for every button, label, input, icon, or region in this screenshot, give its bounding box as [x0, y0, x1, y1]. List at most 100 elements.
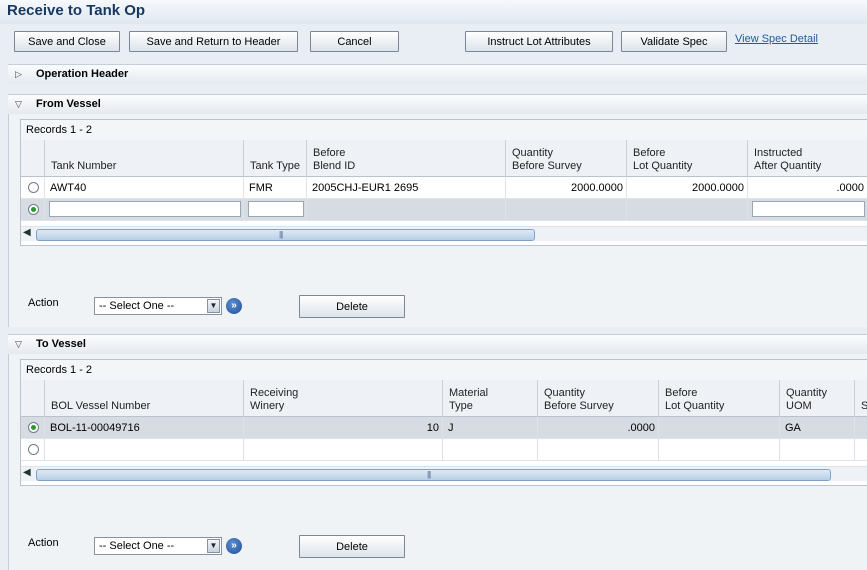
- cell-text: 10: [426, 422, 439, 434]
- row-radio[interactable]: [28, 182, 39, 193]
- go-arrow-icon[interactable]: »: [226, 538, 242, 554]
- column-header[interactable]: Receiving Winery: [244, 380, 443, 417]
- select-column-header: [21, 380, 45, 417]
- triangle-down-icon[interactable]: ▽: [15, 339, 22, 350]
- delete-button[interactable]: Delete: [299, 535, 405, 558]
- grip-icon: |||: [279, 230, 283, 239]
- tank-type-cell[interactable]: FMR: [244, 177, 307, 199]
- scroll-thumb[interactable]: |||: [36, 469, 831, 481]
- column-label: BOL Vessel Number: [51, 400, 151, 412]
- records-count: Records 1 - 2: [21, 120, 867, 141]
- select-column-header: [21, 140, 45, 177]
- column-header[interactable]: Before Lot Quantity: [627, 140, 748, 177]
- column-header[interactable]: Tank Number: [45, 140, 244, 177]
- cancel-button[interactable]: Cancel: [310, 31, 399, 52]
- uom-cell[interactable]: [780, 439, 855, 461]
- row-select-cell: [21, 439, 45, 461]
- row-radio-selected[interactable]: [28, 204, 39, 215]
- after-qty-cell: [748, 199, 867, 221]
- receiving-winery-cell[interactable]: 10: [244, 417, 443, 439]
- scroll-left-icon[interactable]: ◀: [23, 227, 31, 238]
- action-select[interactable]: -- Select One -- ▼: [94, 537, 222, 555]
- column-header[interactable]: S: [855, 380, 867, 417]
- horizontal-scrollbar[interactable]: ◀ |||: [21, 466, 867, 481]
- from-vessel-label: From Vessel: [36, 98, 101, 110]
- select-value: -- Select One --: [99, 300, 175, 312]
- records-label: Records 1 - 2: [26, 124, 93, 136]
- operation-header-section[interactable]: ▷ Operation Header: [8, 64, 867, 84]
- column-label: Receiving Winery: [250, 387, 299, 412]
- lot-qty-cell[interactable]: [659, 439, 780, 461]
- column-label: Quantity UOM: [786, 387, 827, 412]
- column-header[interactable]: Quantity Before Survey: [506, 140, 627, 177]
- from-vessel-section[interactable]: ▽ From Vessel: [8, 94, 867, 114]
- column-label: S: [861, 400, 867, 412]
- title-bar: Receive to Tank Op: [0, 0, 867, 24]
- after-qty-cell[interactable]: .0000: [748, 177, 867, 199]
- column-header[interactable]: Material Type: [443, 380, 538, 417]
- scroll-thumb[interactable]: |||: [36, 229, 535, 241]
- column-header[interactable]: BOL Vessel Number: [45, 380, 244, 417]
- save-and-close-button[interactable]: Save and Close: [14, 31, 120, 52]
- chevron-down-icon[interactable]: ▼: [207, 299, 220, 313]
- records-count: Records 1 - 2: [21, 360, 867, 381]
- column-label: Before Blend ID: [313, 147, 356, 172]
- cell-text: .0000: [627, 422, 655, 434]
- qty-before-survey-cell[interactable]: 2000.0000: [506, 177, 627, 199]
- bol-vessel-number-cell[interactable]: BOL-11-00049716: [45, 417, 244, 439]
- column-header[interactable]: Tank Type: [244, 140, 307, 177]
- tank-number-cell: [45, 199, 244, 221]
- lot-qty-cell[interactable]: 2000.0000: [627, 177, 748, 199]
- save-and-return-button[interactable]: Save and Return to Header: [129, 31, 298, 52]
- lot-qty-cell[interactable]: [659, 417, 780, 439]
- scroll-left-icon[interactable]: ◀: [23, 467, 31, 478]
- column-header[interactable]: Instructed After Quantity: [748, 140, 867, 177]
- to-vessel-label: To Vessel: [36, 338, 86, 350]
- column-label: Material Type: [449, 387, 489, 412]
- lot-qty-cell: [627, 199, 748, 221]
- view-spec-detail-link[interactable]: View Spec Detail: [735, 33, 818, 45]
- row-select-cell: [21, 177, 45, 199]
- cell-text: 2005CHJ-EUR1 2695: [312, 182, 419, 194]
- instruct-lot-attributes-button[interactable]: Instruct Lot Attributes: [465, 31, 613, 52]
- column-header[interactable]: Before Lot Quantity: [659, 380, 780, 417]
- tank-type-input[interactable]: [248, 201, 304, 217]
- cell-text: GA: [785, 422, 801, 434]
- extra-cell: [855, 439, 867, 461]
- chevron-down-icon[interactable]: ▼: [207, 539, 220, 553]
- column-label: Quantity Before Survey: [512, 147, 582, 172]
- blend-id-cell[interactable]: 2005CHJ-EUR1 2695: [307, 177, 506, 199]
- tank-number-input[interactable]: [49, 201, 241, 217]
- action-label: Action: [28, 297, 59, 309]
- to-vessel-grid: Records 1 - 2 BOL Vessel Number Receivin…: [20, 359, 867, 486]
- validate-spec-button[interactable]: Validate Spec: [621, 31, 727, 52]
- records-label: Records 1 - 2: [26, 364, 93, 376]
- tank-number-cell[interactable]: AWT40: [45, 177, 244, 199]
- triangle-right-icon[interactable]: ▷: [15, 69, 22, 80]
- qty-before-survey-cell[interactable]: .0000: [538, 417, 659, 439]
- cell-text: 2000.0000: [571, 182, 623, 194]
- to-vessel-section[interactable]: ▽ To Vessel: [8, 334, 867, 354]
- go-arrow-icon[interactable]: »: [226, 298, 242, 314]
- delete-button[interactable]: Delete: [299, 295, 405, 318]
- receiving-winery-cell[interactable]: [244, 439, 443, 461]
- row-select-cell: [21, 199, 45, 221]
- column-header[interactable]: Before Blend ID: [307, 140, 506, 177]
- horizontal-scrollbar[interactable]: ◀ |||: [21, 226, 867, 241]
- row-radio[interactable]: [28, 444, 39, 455]
- material-type-cell[interactable]: J: [443, 417, 538, 439]
- bol-vessel-number-cell[interactable]: [45, 439, 244, 461]
- qty-before-survey-cell[interactable]: [538, 439, 659, 461]
- column-header[interactable]: Quantity UOM: [780, 380, 855, 417]
- cell-text: 2000.0000: [692, 182, 744, 194]
- cell-text: AWT40: [50, 182, 87, 194]
- column-label: Tank Number: [51, 160, 117, 172]
- column-header[interactable]: Quantity Before Survey: [538, 380, 659, 417]
- column-label: Tank Type: [250, 160, 300, 172]
- triangle-down-icon[interactable]: ▽: [15, 99, 22, 110]
- action-select[interactable]: -- Select One -- ▼: [94, 297, 222, 315]
- row-radio-selected[interactable]: [28, 422, 39, 433]
- after-qty-input[interactable]: [752, 201, 865, 217]
- material-type-cell[interactable]: [443, 439, 538, 461]
- uom-cell[interactable]: GA: [780, 417, 855, 439]
